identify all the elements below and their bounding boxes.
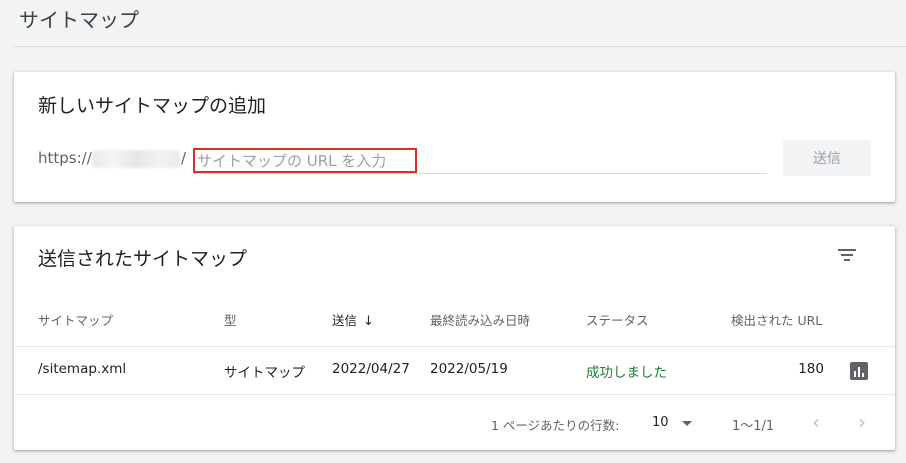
submitted-sitemaps-title: 送信されたサイトマップ <box>38 248 248 270</box>
chevron-down-icon[interactable] <box>682 421 692 426</box>
add-sitemap-title: 新しいサイトマップの追加 <box>38 95 267 117</box>
sitemaps-page: サイトマップ 新しいサイトマップの追加 https:// / 送信 送信されたサ… <box>0 0 906 463</box>
url-slash: / <box>181 149 187 167</box>
cell-type: サイトマップ <box>224 365 305 381</box>
arrow-down-icon: ↓ <box>363 314 374 329</box>
rows-per-page-label: 1 ページあたりの行数: <box>491 418 620 433</box>
input-underline <box>193 173 767 174</box>
row-divider <box>14 394 895 395</box>
redacted-domain <box>92 150 180 168</box>
submit-button[interactable]: 送信 <box>783 140 871 176</box>
column-header-submitted-label: 送信 <box>332 313 358 328</box>
pagination-range: 1〜1/1 <box>732 419 775 434</box>
chevron-right-icon[interactable]: › <box>858 410 866 434</box>
column-header-status[interactable]: ステータス <box>586 310 649 329</box>
cell-submitted: 2022/04/27 <box>332 361 410 377</box>
cell-status: 成功しました <box>586 365 667 381</box>
add-sitemap-card: 新しいサイトマップの追加 https:// / 送信 <box>14 72 895 202</box>
column-header-discovered-urls[interactable]: 検出された URL <box>731 310 822 329</box>
bar-chart-icon[interactable] <box>850 362 868 380</box>
column-header-sitemap[interactable]: サイトマップ <box>38 310 113 329</box>
cell-discovered-urls: 180 <box>798 361 824 377</box>
submitted-sitemaps-card: 送信されたサイトマップ サイトマップ 型 送信 ↓ 最終読み込み日時 ステータス … <box>14 226 895 450</box>
chevron-left-icon[interactable]: ‹ <box>812 410 820 434</box>
sitemap-url-input[interactable] <box>193 148 417 173</box>
cell-last-read: 2022/05/19 <box>430 361 508 377</box>
title-divider <box>14 46 906 47</box>
column-header-last-read[interactable]: 最終読み込み日時 <box>430 310 530 329</box>
row-divider <box>14 346 895 347</box>
page-title: サイトマップ <box>19 8 139 32</box>
filter-icon[interactable] <box>836 246 858 264</box>
column-header-type[interactable]: 型 <box>224 310 237 329</box>
column-header-submitted[interactable]: 送信 ↓ <box>332 310 374 329</box>
cell-sitemap[interactable]: /sitemap.xml <box>38 361 126 377</box>
rows-per-page-select[interactable]: 10 <box>652 415 669 430</box>
url-prefix: https:// <box>38 149 92 167</box>
